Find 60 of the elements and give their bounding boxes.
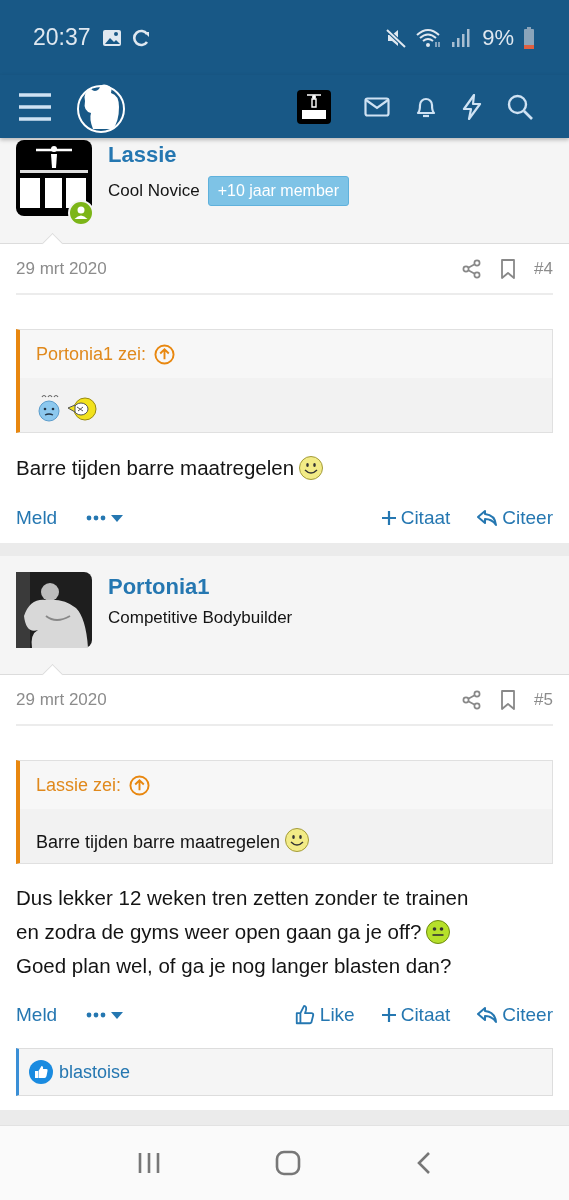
reply-arrow-icon [476, 1005, 499, 1025]
more-options-button[interactable] [85, 512, 126, 524]
user-title: Competitive Bodybuilder [108, 608, 293, 628]
bookmark-icon[interactable] [500, 258, 517, 279]
report-link[interactable]: Meld [16, 1004, 58, 1026]
liker-link[interactable]: blastoise [59, 1061, 131, 1083]
member-banner: +10 jaar member [207, 176, 350, 206]
multi-quote-button[interactable]: Citaat [380, 507, 451, 529]
search-icon[interactable] [507, 93, 533, 120]
home-icon[interactable] [275, 1150, 302, 1176]
smile-smiley-icon [298, 455, 325, 481]
share-icon[interactable] [462, 258, 483, 279]
user-title: Cool Novice [108, 181, 200, 201]
thumbs-up-icon [293, 1004, 316, 1026]
post-text: Goed plan wel, of ga je nog langer blasten dan? [16, 954, 452, 978]
status-time: 20:37 [33, 24, 91, 51]
reply-button[interactable]: Citeer [476, 1004, 553, 1026]
lightning-icon[interactable] [462, 93, 482, 120]
recent-apps-icon[interactable] [137, 1152, 162, 1174]
wifi-icon [416, 27, 443, 48]
signal-icon [451, 27, 472, 48]
like-button[interactable]: Like [293, 1004, 355, 1026]
quote-text: Barre tijden barre maatregelen [36, 832, 281, 853]
neutral-smiley-icon [425, 919, 452, 945]
report-link[interactable]: Meld [16, 507, 58, 529]
reply-button[interactable]: Citeer [476, 507, 553, 529]
more-caret-icon [85, 512, 126, 524]
battery-icon [523, 26, 535, 49]
post-date[interactable]: 29 mrt 2020 [16, 689, 107, 710]
share-icon[interactable] [462, 689, 483, 710]
post-text: en zodra de gyms weer open gaan ga je off? [16, 920, 422, 944]
username-link[interactable]: Lassie [108, 142, 350, 168]
more-options-button[interactable] [85, 1009, 126, 1021]
more-caret-icon [85, 1009, 126, 1021]
multi-quote-button[interactable]: Citaat [380, 1004, 451, 1026]
quote-author-link[interactable]: Lassie zei: [36, 774, 122, 796]
plus-icon [380, 1007, 397, 1023]
plus-icon [380, 510, 397, 526]
like-badge-icon [29, 1060, 53, 1084]
confused-smiley-icon [36, 392, 62, 422]
sync-icon [130, 27, 151, 48]
back-icon[interactable] [415, 1151, 432, 1175]
post-text: Dus lekker 12 weken tren zetten zonder te trainen [16, 886, 469, 910]
mute-icon [385, 27, 408, 48]
post-number-link[interactable]: #4 [534, 258, 553, 279]
username-link[interactable]: Portonia1 [108, 574, 293, 600]
quote-author-link[interactable]: Portonia1 zei: [36, 343, 147, 365]
up-arrow-circle-icon[interactable] [154, 343, 176, 365]
mail-icon[interactable] [364, 96, 390, 117]
post-text: Barre tijden barre maatregelen [16, 456, 295, 480]
post-date[interactable]: 29 mrt 2020 [16, 258, 107, 279]
battery-percent: 9% [482, 24, 514, 51]
reply-arrow-icon [476, 508, 499, 528]
up-arrow-circle-icon[interactable] [129, 774, 151, 796]
post-number-link[interactable]: #5 [534, 689, 553, 710]
smile-smiley-icon [284, 827, 311, 853]
yawning-smiley-icon [66, 396, 98, 422]
image-icon [101, 28, 122, 47]
menu-icon[interactable] [18, 91, 52, 122]
bookmark-icon[interactable] [500, 689, 517, 710]
